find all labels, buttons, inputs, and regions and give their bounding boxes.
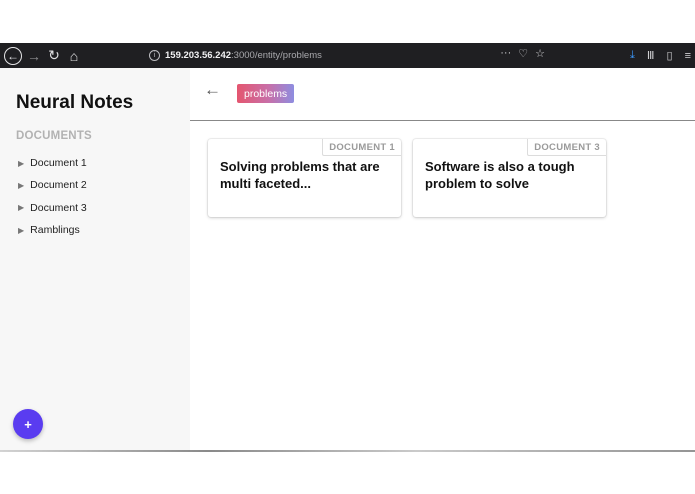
sidebar-item-label: Document 1 — [30, 157, 87, 170]
card-source-label: DOCUMENT 1 — [322, 139, 401, 156]
card-text: Solving problems that are multi faceted.… — [220, 159, 380, 191]
reload-icon[interactable]: ↻ — [46, 43, 62, 68]
sidebar: Neural Notes DOCUMENTS ▶ Document 1 ▶ Do… — [0, 68, 190, 451]
page-actions-icon[interactable]: ··· — [500, 47, 511, 60]
note-card[interactable]: DOCUMENT 3 Software is also a tough prob… — [413, 139, 606, 217]
toolbar-right-icons: ⤓ Ⅲ ▯ ≡ — [630, 43, 691, 68]
back-arrow-icon: ← — [4, 46, 22, 65]
note-card[interactable]: DOCUMENT 1 Solving problems that are mul… — [208, 139, 401, 217]
window-bottom-edge — [0, 450, 695, 452]
entity-tag: problems — [237, 84, 295, 103]
sidebar-item-label: Document 2 — [30, 179, 87, 192]
sidebar-item-label: Document 3 — [30, 201, 87, 214]
bookmark-star-icon[interactable]: ☆ — [535, 47, 545, 60]
expand-triangle-icon[interactable]: ▶ — [18, 181, 24, 190]
pocket-icon[interactable]: ♡ — [518, 47, 528, 60]
sidebar-item-document-2[interactable]: ▶ Document 2 — [18, 174, 87, 196]
address-bar[interactable]: i 159.203.56.242 :3000/entity/problems ·… — [141, 46, 551, 65]
sidebar-toggle-icon[interactable]: ▯ — [667, 49, 673, 62]
back-button[interactable]: ← — [3, 43, 23, 68]
card-text: Software is also a tough problem to solv… — [425, 159, 575, 191]
library-icon[interactable]: Ⅲ — [647, 49, 655, 62]
info-icon[interactable]: i — [149, 50, 160, 61]
app-title: Neural Notes — [16, 92, 134, 113]
url-path: :3000/entity/problems — [231, 50, 322, 61]
card-source-label: DOCUMENT 3 — [527, 139, 606, 156]
sidebar-item-ramblings[interactable]: ▶ Ramblings — [18, 219, 87, 241]
url-actions: ··· ♡ ☆ — [500, 47, 545, 60]
url-host: 159.203.56.242 — [165, 50, 232, 61]
expand-triangle-icon[interactable]: ▶ — [18, 226, 24, 235]
browser-toolbar: ← → ↻ ⌂ i 159.203.56.242 :3000/entity/pr… — [0, 43, 695, 68]
expand-triangle-icon[interactable]: ▶ — [18, 159, 24, 168]
menu-icon[interactable]: ≡ — [685, 50, 691, 62]
add-document-button[interactable]: + — [13, 409, 43, 439]
documents-section-label: DOCUMENTS — [16, 130, 92, 142]
document-list: ▶ Document 1 ▶ Document 2 ▶ Document 3 ▶… — [18, 152, 87, 241]
sidebar-item-document-1[interactable]: ▶ Document 1 — [18, 152, 87, 174]
back-icon[interactable]: ← — [204, 80, 221, 100]
sidebar-item-label: Ramblings — [30, 224, 80, 237]
home-icon[interactable]: ⌂ — [66, 43, 82, 68]
expand-triangle-icon[interactable]: ▶ — [18, 203, 24, 212]
download-icon[interactable]: ⤓ — [630, 49, 635, 62]
sidebar-item-document-3[interactable]: ▶ Document 3 — [18, 197, 87, 219]
header-divider — [190, 120, 695, 121]
forward-arrow-icon[interactable]: → — [26, 43, 42, 68]
main-content: ← problems DOCUMENT 1 Solving problems t… — [190, 68, 695, 451]
